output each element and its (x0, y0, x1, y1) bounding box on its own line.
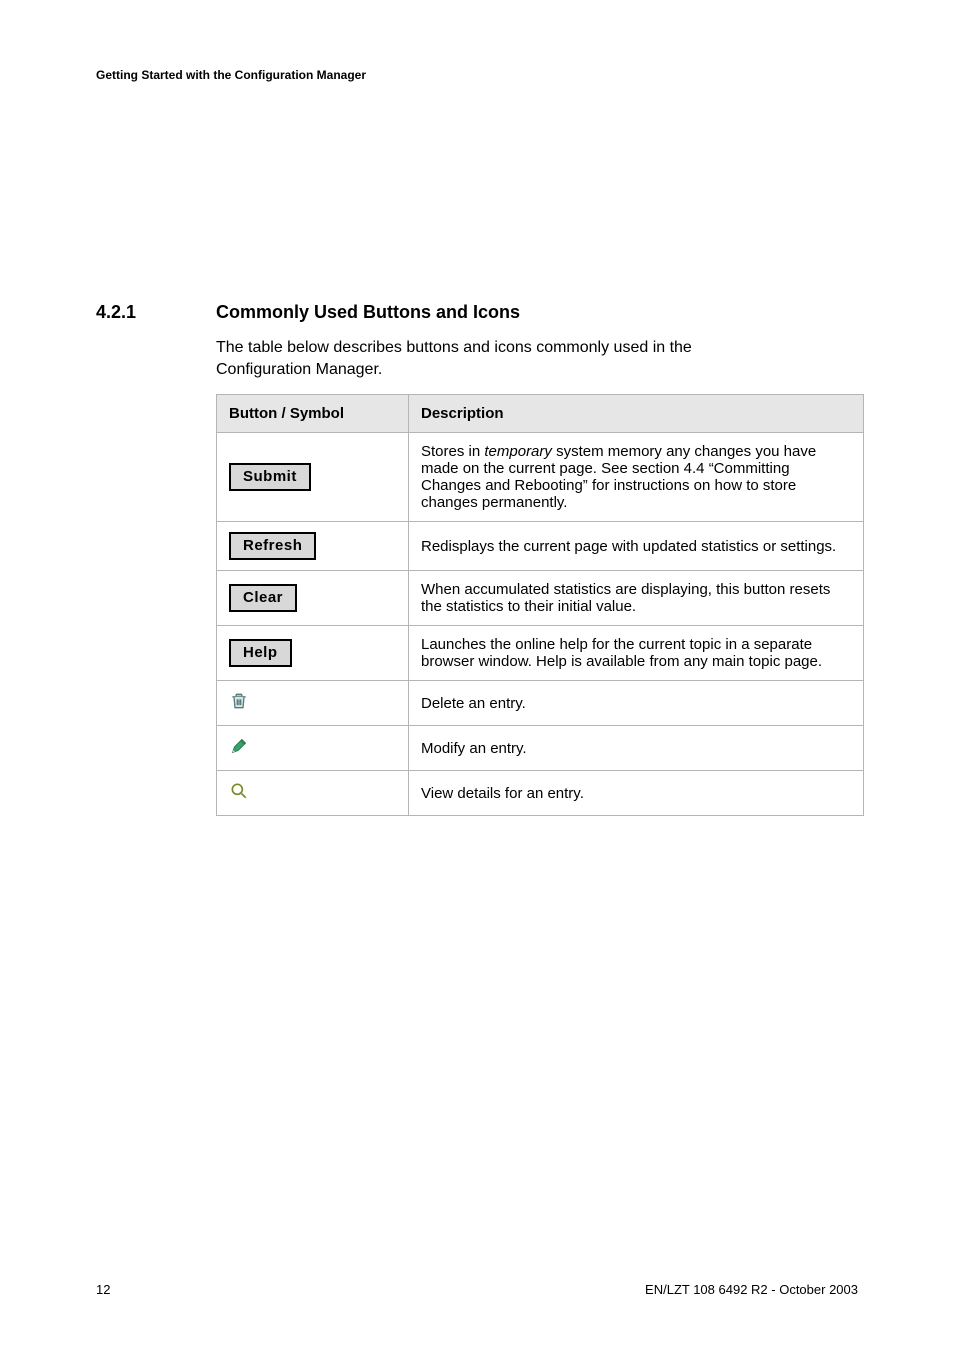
cell-description: Delete an entry. (409, 681, 864, 726)
section-title: Commonly Used Buttons and Icons (216, 302, 520, 323)
pencil-icon[interactable] (229, 743, 249, 760)
doc-id: EN/LZT 108 6492 R2 - October 2003 (645, 1282, 858, 1297)
table-header-symbol: Button / Symbol (217, 395, 409, 433)
section-intro: The table below describes buttons and ic… (216, 337, 776, 380)
submit-button[interactable]: Submit (229, 463, 311, 491)
cell-description: Modify an entry. (409, 726, 864, 771)
cell-description: Stores in temporary system memory any ch… (409, 433, 864, 522)
cell-description: Launches the online help for the current… (409, 626, 864, 681)
buttons-table: Button / Symbol Description Submit Store… (216, 394, 864, 816)
table-row: Delete an entry. (217, 681, 864, 726)
table-header-description: Description (409, 395, 864, 433)
table-row: Clear When accumulated statistics are di… (217, 571, 864, 626)
cell-description: When accumulated statistics are displayi… (409, 571, 864, 626)
table-row: Refresh Redisplays the current page with… (217, 522, 864, 571)
refresh-button[interactable]: Refresh (229, 532, 316, 560)
table-row: View details for an entry. (217, 771, 864, 816)
section-number: 4.2.1 (96, 302, 216, 323)
magnifier-icon[interactable] (229, 788, 249, 805)
clear-button[interactable]: Clear (229, 584, 297, 612)
help-button[interactable]: Help (229, 639, 292, 667)
page-number: 12 (96, 1282, 110, 1297)
trash-icon[interactable] (229, 698, 249, 715)
table-row: Submit Stores in temporary system memory… (217, 433, 864, 522)
desc-text-italic: temporary (484, 443, 552, 460)
cell-description: View details for an entry. (409, 771, 864, 816)
cell-description: Redisplays the current page with updated… (409, 522, 864, 571)
running-header: Getting Started with the Configuration M… (96, 68, 858, 82)
desc-text: Stores in (421, 443, 484, 460)
table-row: Help Launches the online help for the cu… (217, 626, 864, 681)
table-row: Modify an entry. (217, 726, 864, 771)
